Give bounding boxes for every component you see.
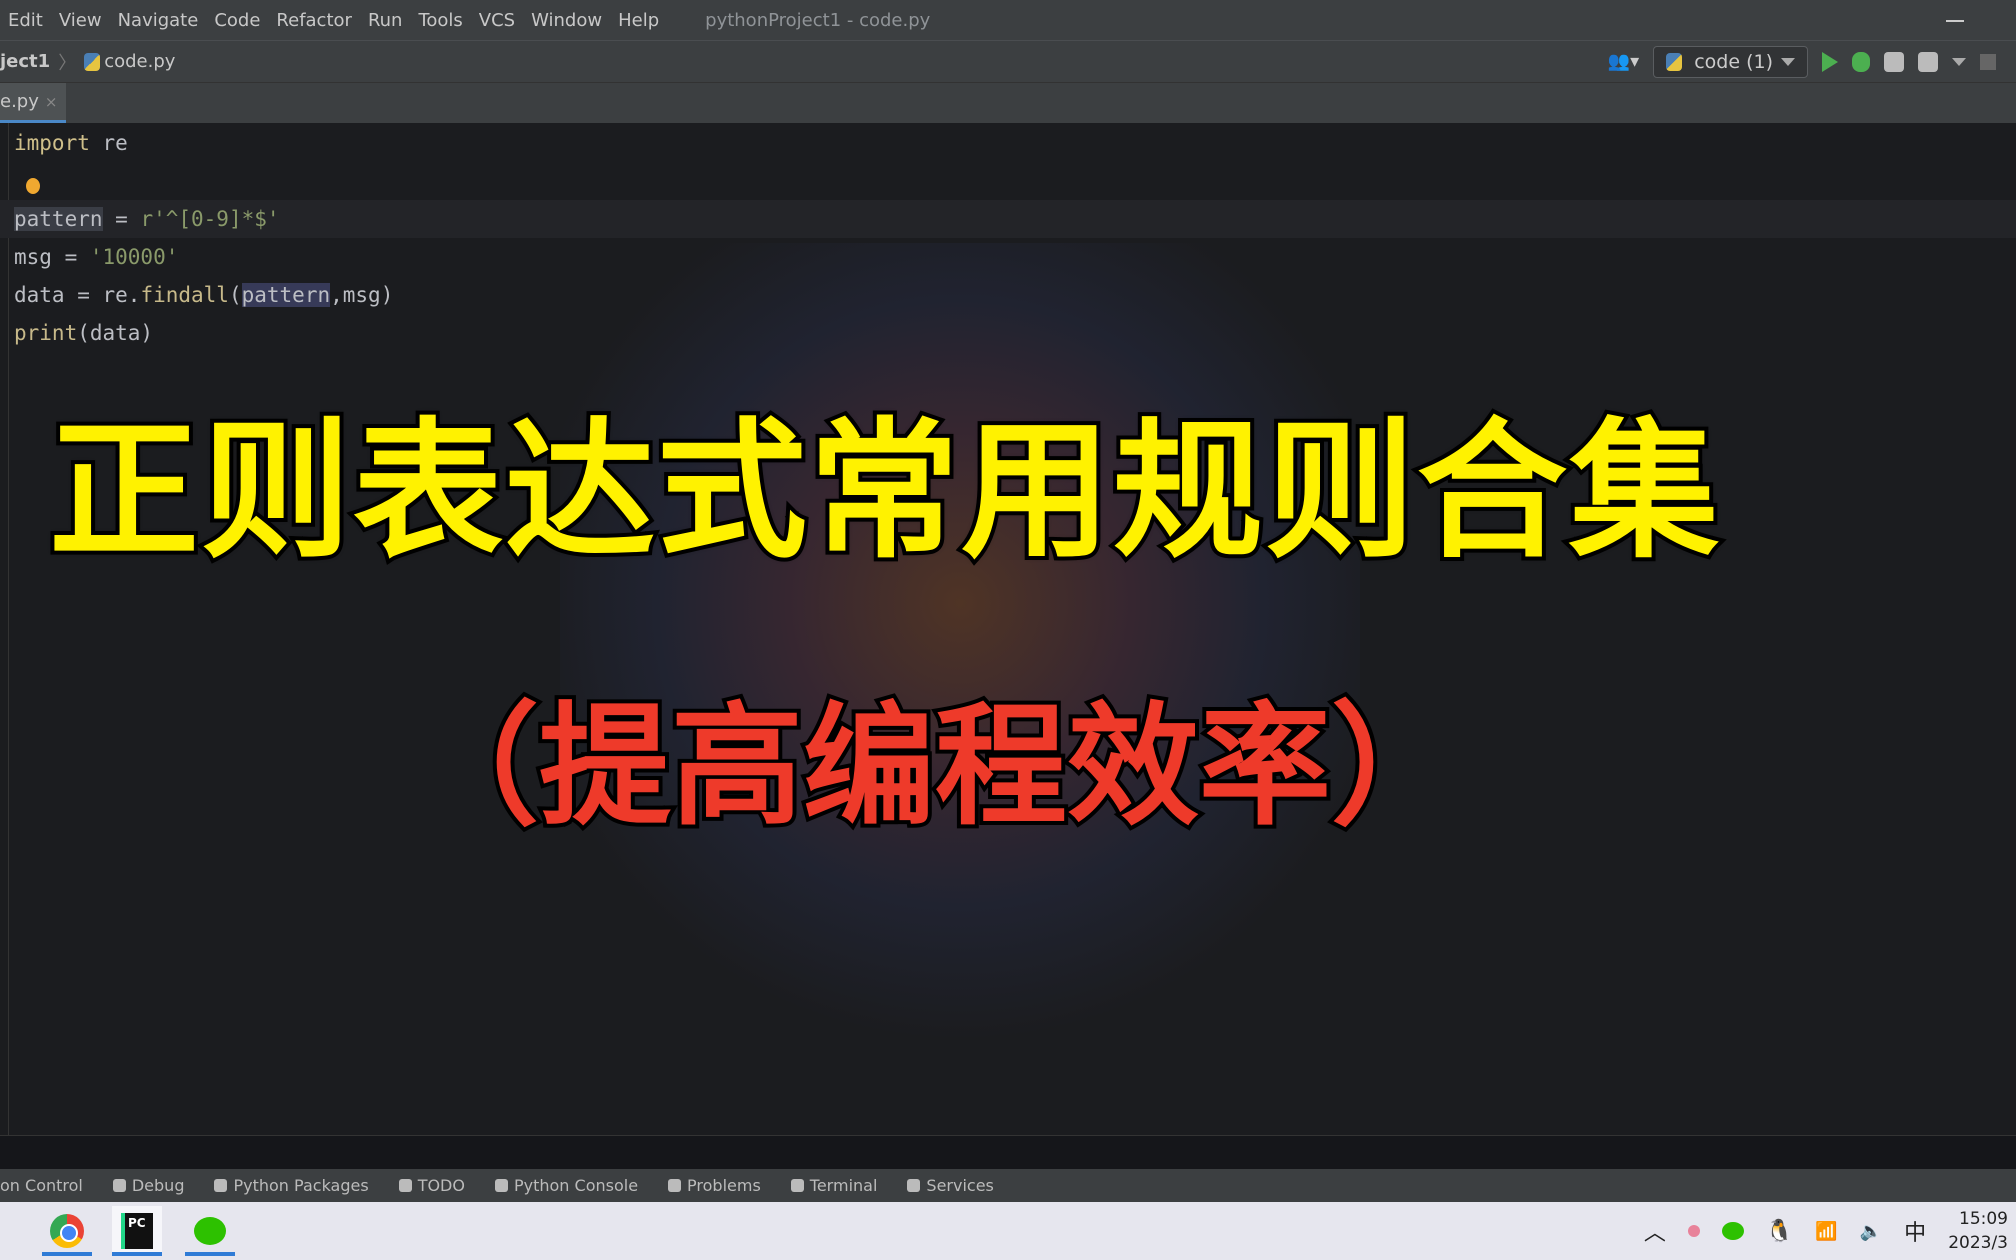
- bug-icon: [112, 1179, 126, 1192]
- python-icon: [494, 1179, 508, 1192]
- menu-help[interactable]: Help: [610, 10, 667, 31]
- clock[interactable]: 15:09 2023/3: [1948, 1207, 2008, 1255]
- tool-problems[interactable]: Problems: [668, 1176, 761, 1195]
- services-icon: [907, 1179, 921, 1192]
- overlay-subtitle: （提高编程效率）: [403, 686, 1467, 848]
- menu-view[interactable]: View: [51, 10, 110, 31]
- window-title: pythonProject1 - code.py: [705, 9, 931, 31]
- run-config-label: code (1): [1694, 50, 1773, 73]
- chrome-icon: [50, 1214, 84, 1248]
- tool-window-bar: on Control Debug Python Packages TODO Py…: [0, 1169, 2016, 1202]
- user-icon[interactable]: 👥▾: [1608, 51, 1639, 72]
- profile-icon[interactable]: [1918, 51, 1938, 72]
- tool-python-packages[interactable]: Python Packages: [214, 1176, 369, 1195]
- qq-icon[interactable]: 🐧: [1766, 1219, 1793, 1244]
- taskbar: PC ︿ 🐧 📶 🔈 中 15:09 2023/3: [0, 1202, 2016, 1260]
- code-line-4: msg = '10000': [14, 245, 179, 269]
- menu-navigate[interactable]: Navigate: [110, 10, 207, 31]
- list-icon: [398, 1179, 412, 1192]
- run-icon[interactable]: [1822, 51, 1838, 72]
- terminal-icon: [790, 1179, 804, 1192]
- tool-terminal[interactable]: Terminal: [790, 1176, 877, 1195]
- more-run-dropdown-icon[interactable]: [1952, 57, 1966, 66]
- volume-icon[interactable]: 🔈: [1860, 1221, 1882, 1242]
- lightbulb-icon[interactable]: [26, 178, 40, 194]
- tab-label: e.py: [0, 91, 39, 112]
- navigation-bar: ject1 〉 code.py 👥▾ code (1): [0, 41, 2016, 82]
- breadcrumb-file[interactable]: code.py: [104, 51, 175, 72]
- tool-todo[interactable]: TODO: [398, 1176, 465, 1195]
- record-icon[interactable]: [1687, 1225, 1700, 1237]
- code-line-3: pattern = r'^[0-9]*$': [14, 207, 280, 231]
- debug-icon[interactable]: [1852, 51, 1870, 72]
- close-icon[interactable]: ×: [45, 93, 58, 111]
- gutter: [8, 123, 9, 1135]
- tool-debug[interactable]: Debug: [112, 1176, 184, 1195]
- pycharm-icon: PC: [121, 1213, 153, 1249]
- ime-indicator[interactable]: 中: [1904, 1215, 1926, 1247]
- wechat-icon: [194, 1217, 226, 1245]
- menu-bar: Edit View Navigate Code Refactor Run Too…: [0, 0, 2016, 41]
- taskbar-pycharm[interactable]: PC: [112, 1206, 162, 1256]
- chevron-right-icon: 〉: [58, 52, 77, 74]
- breadcrumb-project[interactable]: ject1: [0, 51, 50, 72]
- taskbar-wechat[interactable]: [185, 1206, 235, 1256]
- menu-edit[interactable]: Edit: [0, 10, 51, 31]
- menu-window[interactable]: Window: [523, 10, 610, 31]
- menu-refactor[interactable]: Refactor: [268, 10, 360, 31]
- menu-code[interactable]: Code: [206, 10, 268, 31]
- code-line-6: print(data): [14, 321, 154, 345]
- tool-version-control[interactable]: on Control: [0, 1176, 83, 1195]
- chevron-down-icon: [1781, 57, 1795, 66]
- current-line-highlight: [0, 200, 2016, 238]
- code-line-5: data = re.findall(pattern,msg): [14, 283, 394, 307]
- editor-tabs: e.py ×: [0, 82, 2016, 124]
- wechat-tray-icon[interactable]: [1721, 1222, 1744, 1240]
- warning-icon: [668, 1179, 682, 1192]
- tool-python-console[interactable]: Python Console: [494, 1176, 638, 1195]
- python-icon: [1666, 52, 1683, 71]
- coverage-icon[interactable]: [1884, 51, 1904, 72]
- tab-code-py[interactable]: e.py ×: [0, 83, 66, 124]
- minimize-button[interactable]: [1946, 20, 1964, 22]
- menu-vcs[interactable]: VCS: [471, 10, 523, 31]
- menu-tools[interactable]: Tools: [410, 10, 470, 31]
- run-config-select[interactable]: code (1): [1653, 45, 1808, 78]
- stop-icon[interactable]: [1980, 53, 1996, 70]
- system-tray: ︿ 🐧 📶 🔈 中 15:09 2023/3: [1644, 1202, 2016, 1260]
- chevron-up-icon[interactable]: ︿: [1644, 1215, 1666, 1247]
- tool-services[interactable]: Services: [907, 1176, 994, 1195]
- python-file-icon: [84, 52, 101, 71]
- editor-bottom-strip: [0, 1135, 2016, 1169]
- code-line-1: import re: [14, 131, 128, 155]
- code-editor[interactable]: import re pattern = r'^[0-9]*$' msg = '1…: [0, 123, 2016, 1135]
- overlay-title: 正则表达式常用规则合集: [45, 401, 1723, 583]
- menu-run[interactable]: Run: [360, 10, 411, 31]
- layers-icon: [214, 1179, 228, 1192]
- wifi-icon[interactable]: 📶: [1815, 1221, 1837, 1242]
- taskbar-chrome[interactable]: [42, 1206, 92, 1256]
